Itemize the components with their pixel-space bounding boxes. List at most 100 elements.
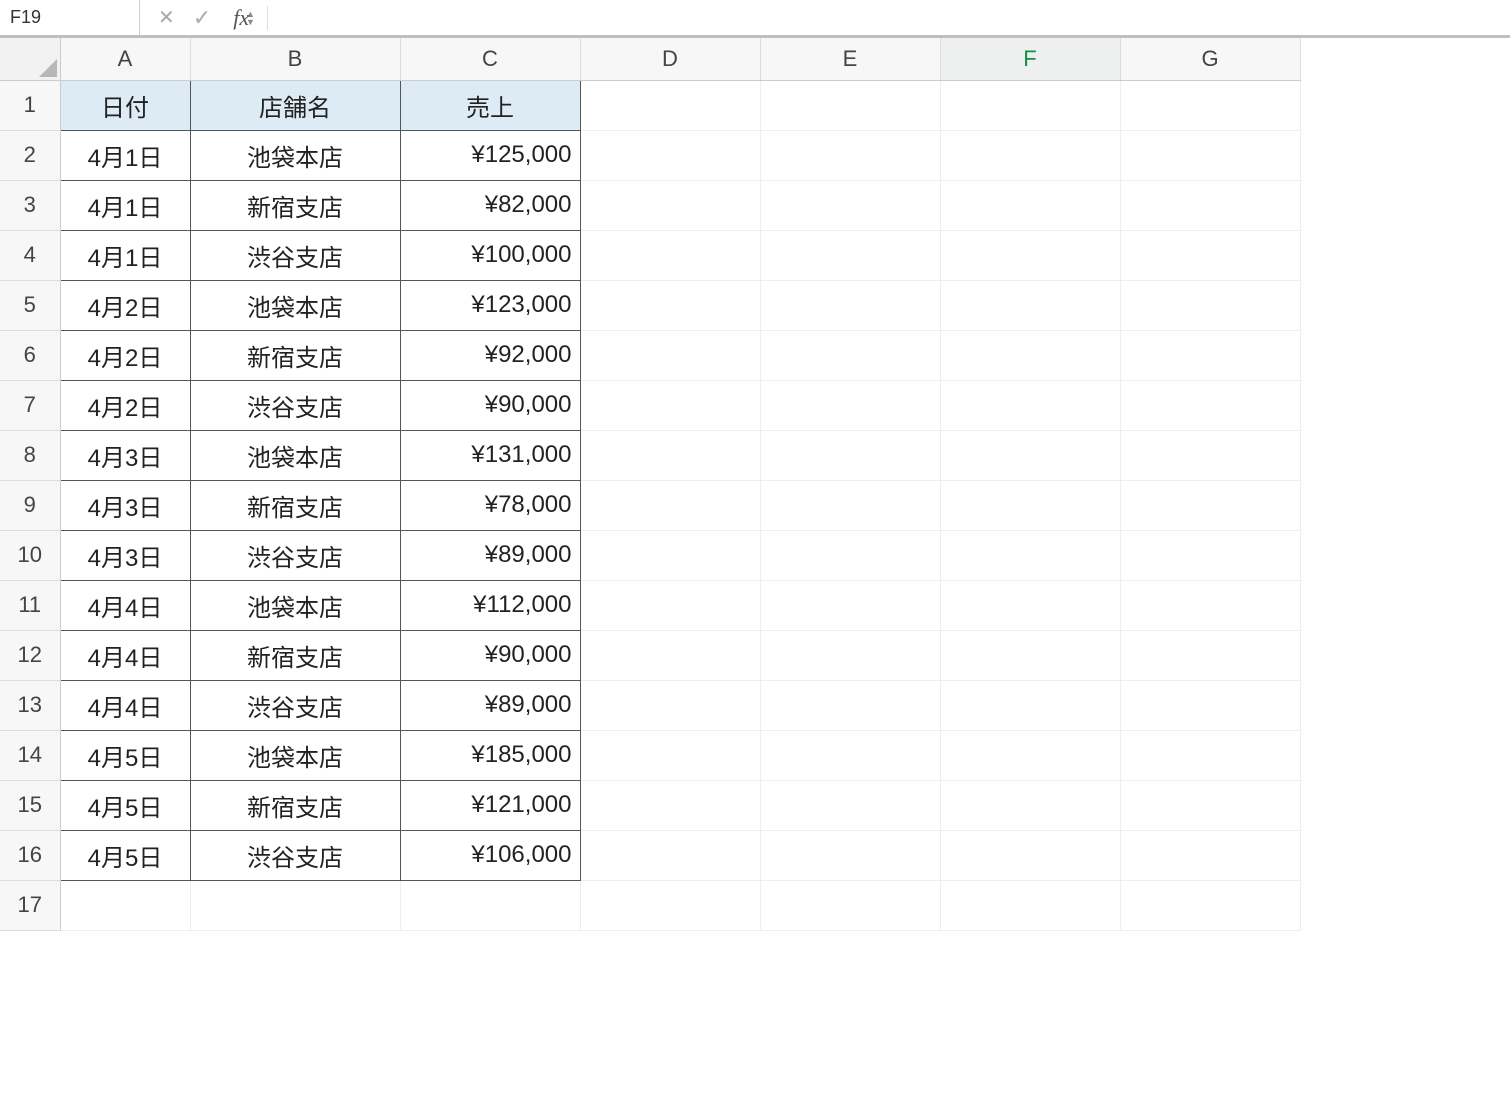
cell-B7[interactable]: 渋谷支店 xyxy=(190,380,400,430)
cell-G16[interactable] xyxy=(1120,830,1300,880)
cell-A13[interactable]: 4月4日 xyxy=(60,680,190,730)
cell-B9[interactable]: 新宿支店 xyxy=(190,480,400,530)
cell-A17[interactable] xyxy=(60,880,190,930)
cell-F11[interactable] xyxy=(940,580,1120,630)
cell-E5[interactable] xyxy=(760,280,940,330)
col-header-F[interactable]: F xyxy=(940,38,1120,80)
row-header-4[interactable]: 4 xyxy=(0,230,60,280)
cell-A4[interactable]: 4月1日 xyxy=(60,230,190,280)
col-header-A[interactable]: A xyxy=(60,38,190,80)
row-header-1[interactable]: 1 xyxy=(0,80,60,130)
cell-E8[interactable] xyxy=(760,430,940,480)
col-header-G[interactable]: G xyxy=(1120,38,1300,80)
cell-F17[interactable] xyxy=(940,880,1120,930)
cell-D7[interactable] xyxy=(580,380,760,430)
cell-F10[interactable] xyxy=(940,530,1120,580)
cell-C10[interactable]: ¥89,000 xyxy=(400,530,580,580)
cell-C8[interactable]: ¥131,000 xyxy=(400,430,580,480)
cell-D10[interactable] xyxy=(580,530,760,580)
cell-G4[interactable] xyxy=(1120,230,1300,280)
select-all-corner[interactable] xyxy=(0,38,60,80)
cell-B13[interactable]: 渋谷支店 xyxy=(190,680,400,730)
cell-G11[interactable] xyxy=(1120,580,1300,630)
cell-E15[interactable] xyxy=(760,780,940,830)
cell-F13[interactable] xyxy=(940,680,1120,730)
row-header-3[interactable]: 3 xyxy=(0,180,60,230)
cell-G5[interactable] xyxy=(1120,280,1300,330)
cell-F7[interactable] xyxy=(940,380,1120,430)
cell-E14[interactable] xyxy=(760,730,940,780)
cell-A5[interactable]: 4月2日 xyxy=(60,280,190,330)
cell-D17[interactable] xyxy=(580,880,760,930)
cell-A3[interactable]: 4月1日 xyxy=(60,180,190,230)
cell-G1[interactable] xyxy=(1120,80,1300,130)
cell-C12[interactable]: ¥90,000 xyxy=(400,630,580,680)
cell-F3[interactable] xyxy=(940,180,1120,230)
cell-F14[interactable] xyxy=(940,730,1120,780)
cell-C2[interactable]: ¥125,000 xyxy=(400,130,580,180)
cell-D6[interactable] xyxy=(580,330,760,380)
cell-A9[interactable]: 4月3日 xyxy=(60,480,190,530)
cell-A6[interactable]: 4月2日 xyxy=(60,330,190,380)
cell-C6[interactable]: ¥92,000 xyxy=(400,330,580,380)
row-header-2[interactable]: 2 xyxy=(0,130,60,180)
cell-A2[interactable]: 4月1日 xyxy=(60,130,190,180)
cell-G6[interactable] xyxy=(1120,330,1300,380)
cell-B4[interactable]: 渋谷支店 xyxy=(190,230,400,280)
cell-A14[interactable]: 4月5日 xyxy=(60,730,190,780)
cell-E11[interactable] xyxy=(760,580,940,630)
formula-input[interactable] xyxy=(267,6,1510,30)
cell-C16[interactable]: ¥106,000 xyxy=(400,830,580,880)
cell-D13[interactable] xyxy=(580,680,760,730)
col-header-D[interactable]: D xyxy=(580,38,760,80)
row-header-16[interactable]: 16 xyxy=(0,830,60,880)
cell-F15[interactable] xyxy=(940,780,1120,830)
row-header-10[interactable]: 10 xyxy=(0,530,60,580)
cell-D5[interactable] xyxy=(580,280,760,330)
cell-F9[interactable] xyxy=(940,480,1120,530)
cell-C4[interactable]: ¥100,000 xyxy=(400,230,580,280)
cell-F2[interactable] xyxy=(940,130,1120,180)
cell-A16[interactable]: 4月5日 xyxy=(60,830,190,880)
cell-B1[interactable]: 店舗名 xyxy=(190,80,400,130)
cell-D1[interactable] xyxy=(580,80,760,130)
cell-D16[interactable] xyxy=(580,830,760,880)
cell-C11[interactable]: ¥112,000 xyxy=(400,580,580,630)
cell-A12[interactable]: 4月4日 xyxy=(60,630,190,680)
cell-F4[interactable] xyxy=(940,230,1120,280)
cell-B8[interactable]: 池袋本店 xyxy=(190,430,400,480)
cell-G13[interactable] xyxy=(1120,680,1300,730)
cell-B15[interactable]: 新宿支店 xyxy=(190,780,400,830)
cell-A7[interactable]: 4月2日 xyxy=(60,380,190,430)
cell-E12[interactable] xyxy=(760,630,940,680)
row-header-6[interactable]: 6 xyxy=(0,330,60,380)
cell-E13[interactable] xyxy=(760,680,940,730)
row-header-5[interactable]: 5 xyxy=(0,280,60,330)
col-header-E[interactable]: E xyxy=(760,38,940,80)
cell-E7[interactable] xyxy=(760,380,940,430)
cell-C9[interactable]: ¥78,000 xyxy=(400,480,580,530)
cell-F8[interactable] xyxy=(940,430,1120,480)
cell-E10[interactable] xyxy=(760,530,940,580)
cell-D4[interactable] xyxy=(580,230,760,280)
row-header-8[interactable]: 8 xyxy=(0,430,60,480)
cell-G8[interactable] xyxy=(1120,430,1300,480)
cell-G15[interactable] xyxy=(1120,780,1300,830)
cell-C5[interactable]: ¥123,000 xyxy=(400,280,580,330)
cell-C17[interactable] xyxy=(400,880,580,930)
cell-E3[interactable] xyxy=(760,180,940,230)
row-header-9[interactable]: 9 xyxy=(0,480,60,530)
cell-B11[interactable]: 池袋本店 xyxy=(190,580,400,630)
cell-D15[interactable] xyxy=(580,780,760,830)
cell-G14[interactable] xyxy=(1120,730,1300,780)
cell-D14[interactable] xyxy=(580,730,760,780)
cell-E9[interactable] xyxy=(760,480,940,530)
row-header-17[interactable]: 17 xyxy=(0,880,60,930)
cell-C14[interactable]: ¥185,000 xyxy=(400,730,580,780)
cell-B14[interactable]: 池袋本店 xyxy=(190,730,400,780)
cell-D8[interactable] xyxy=(580,430,760,480)
cell-E16[interactable] xyxy=(760,830,940,880)
row-header-15[interactable]: 15 xyxy=(0,780,60,830)
cell-B5[interactable]: 池袋本店 xyxy=(190,280,400,330)
row-header-11[interactable]: 11 xyxy=(0,580,60,630)
